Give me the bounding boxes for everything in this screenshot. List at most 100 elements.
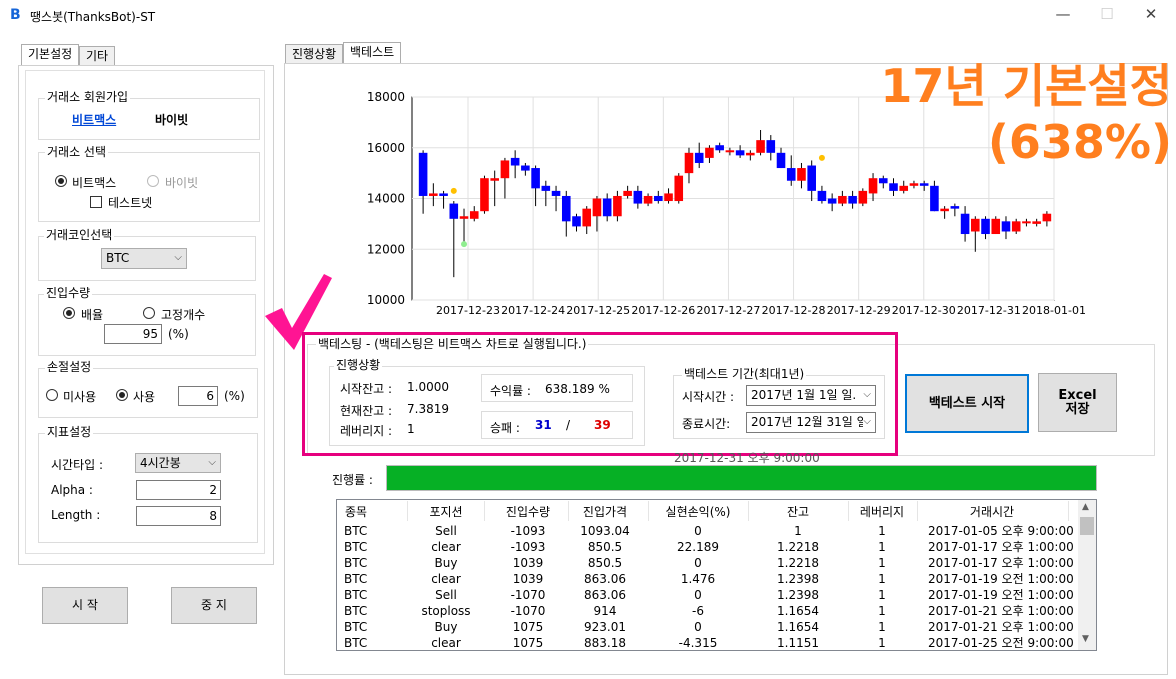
app-logo-icon: B xyxy=(10,7,21,23)
candle-body xyxy=(848,195,857,204)
column-header[interactable]: 진입가격 xyxy=(560,502,650,522)
candle-body xyxy=(746,152,755,156)
winloss-label: 승패 : xyxy=(490,421,520,435)
entry-qty-title: 진입수량 xyxy=(44,286,93,300)
start-time-picker[interactable]: 2017년 1월 1일 일. ⌵ xyxy=(746,385,876,406)
table-cell: clear xyxy=(431,572,461,586)
tab-etc[interactable]: 기타 xyxy=(79,46,116,66)
exchange-signup-title: 거래소 회원가입 xyxy=(45,90,131,104)
table-cell: 2017-01-19 오전 1:00:00 xyxy=(928,572,1074,586)
candle-body xyxy=(510,157,520,166)
x-tick-label: 2017-12-29 xyxy=(827,304,891,317)
table-cell: 883.18 xyxy=(584,636,626,650)
timetype-dropdown[interactable]: 4시간봉 ⌵ xyxy=(135,453,221,473)
column-header[interactable]: 포지션 xyxy=(401,502,491,522)
candle-body xyxy=(940,208,949,212)
bitmex-radio[interactable] xyxy=(55,175,67,187)
testnet-checkbox[interactable] xyxy=(90,196,102,208)
table-cell: BTC xyxy=(344,572,368,586)
candle-body xyxy=(858,190,868,204)
table-scrollbar[interactable]: ▲ ▼ xyxy=(1078,500,1096,650)
scrollbar-thumb[interactable] xyxy=(1080,517,1094,535)
table-cell: 2017-01-05 오후 9:00:00 xyxy=(928,524,1074,538)
end-time-value: 2017년 12월 31일 일. xyxy=(751,415,872,429)
current-balance-label: 현재잔고 : xyxy=(340,404,393,418)
table-cell: BTC xyxy=(344,540,368,554)
bybit-radio-label: 바이빗 xyxy=(165,176,199,190)
candle-body xyxy=(531,168,540,189)
stoploss-on-radio[interactable] xyxy=(116,389,128,401)
candle-body xyxy=(1022,221,1031,224)
tab-basic-settings[interactable]: 기본설정 xyxy=(21,44,80,66)
fixed-qty-radio[interactable] xyxy=(143,307,155,319)
leverage-label: 레버리지 : xyxy=(340,424,393,438)
candle-body xyxy=(725,150,735,153)
chevron-down-icon: ⌵ xyxy=(174,252,182,263)
x-axis-ticks: 2017-12-23 2017-12-24 2017-12-25 2017-12-26… xyxy=(436,304,1086,317)
candle-body xyxy=(868,178,878,194)
start-time-label: 시작시간 : xyxy=(682,390,735,404)
candle-body xyxy=(551,190,561,196)
stop-button[interactable]: 중 지 xyxy=(171,587,257,624)
bitmex-radio-label: 비트맥스 xyxy=(72,176,117,190)
column-header[interactable]: 종목 xyxy=(311,502,401,522)
table-cell: 1 xyxy=(878,620,886,634)
start-button[interactable]: 시 작 xyxy=(42,587,128,624)
table-cell: 1.2398 xyxy=(777,572,819,586)
candle-body xyxy=(418,152,428,196)
entry-qty-input[interactable]: 95 xyxy=(104,324,162,344)
close-button[interactable]: ✕ xyxy=(1128,0,1174,30)
period-title: 백테스트 기간(최대1년) xyxy=(682,367,807,381)
coin-select-dropdown[interactable]: BTC ⌵ xyxy=(101,248,187,269)
table-cell: 863.06 xyxy=(584,572,626,586)
end-time-picker[interactable]: 2017년 12월 31일 일. ⌵ xyxy=(746,412,876,433)
bybit-signup-link[interactable]: 바이빗 xyxy=(155,111,188,128)
candle-body xyxy=(541,185,551,191)
tab-progress[interactable]: 진행상황 xyxy=(285,44,344,64)
save-label: 저장 xyxy=(1065,402,1090,417)
progress-bar-fill xyxy=(387,466,1096,490)
candle xyxy=(480,175,489,214)
x-tick-label: 2017-12-30 xyxy=(892,304,956,317)
column-header[interactable]: 잔고 xyxy=(753,502,843,522)
table-cell: 1 xyxy=(878,636,886,650)
bybit-radio[interactable] xyxy=(147,175,159,187)
column-header[interactable]: 거래시간 xyxy=(947,502,1037,522)
maximize-button[interactable]: ☐ xyxy=(1084,0,1130,30)
tab-backtest[interactable]: 백테스트 xyxy=(343,42,402,64)
table-cell: 1.1654 xyxy=(777,620,819,634)
chevron-down-icon: ⌵ xyxy=(208,457,216,468)
table-cell: BTC xyxy=(344,556,368,570)
length-input[interactable]: 8 xyxy=(136,506,221,526)
table-cell: 2017-01-25 오전 9:00:00 xyxy=(928,636,1074,650)
column-header[interactable]: 레버리지 xyxy=(837,502,927,522)
entry-qty-unit: (%) xyxy=(168,327,189,341)
y-tick-label: 18000 xyxy=(367,90,405,104)
candle-body xyxy=(490,178,499,181)
excel-save-button[interactable]: Excel 저장 xyxy=(1038,373,1117,432)
chevron-down-icon: ⌵ xyxy=(863,386,871,404)
return-value: 638.189 % xyxy=(545,382,610,396)
y-tick-label: 16000 xyxy=(367,141,405,155)
stoploss-input[interactable]: 6 xyxy=(178,386,218,406)
minimize-button[interactable]: — xyxy=(1040,0,1086,30)
timetype-value: 4시간봉 xyxy=(140,456,181,470)
stoploss-title: 손절설정 xyxy=(45,360,94,374)
run-backtest-button[interactable]: 백테스트 시작 xyxy=(905,374,1029,433)
table-cell: BTC xyxy=(344,604,368,618)
ratio-radio[interactable] xyxy=(63,307,75,319)
table-cell: 1.1654 xyxy=(777,604,819,618)
scroll-down-icon[interactable]: ▼ xyxy=(1082,634,1089,644)
table-cell: 1.2218 xyxy=(777,540,819,554)
stoploss-off-radio[interactable] xyxy=(46,389,58,401)
candle-body xyxy=(449,203,459,219)
candle-body xyxy=(664,193,673,202)
candle-body xyxy=(735,150,745,156)
scroll-up-icon[interactable]: ▲ xyxy=(1082,502,1089,512)
bitmex-signup-link[interactable]: 비트맥스 xyxy=(72,111,116,128)
alpha-input[interactable]: 2 xyxy=(136,480,221,500)
x-tick-label: 2017-12-28 xyxy=(762,304,826,317)
column-header[interactable]: 실현손익(%) xyxy=(653,502,743,522)
candle-body xyxy=(480,178,489,212)
candle-body xyxy=(981,218,990,235)
